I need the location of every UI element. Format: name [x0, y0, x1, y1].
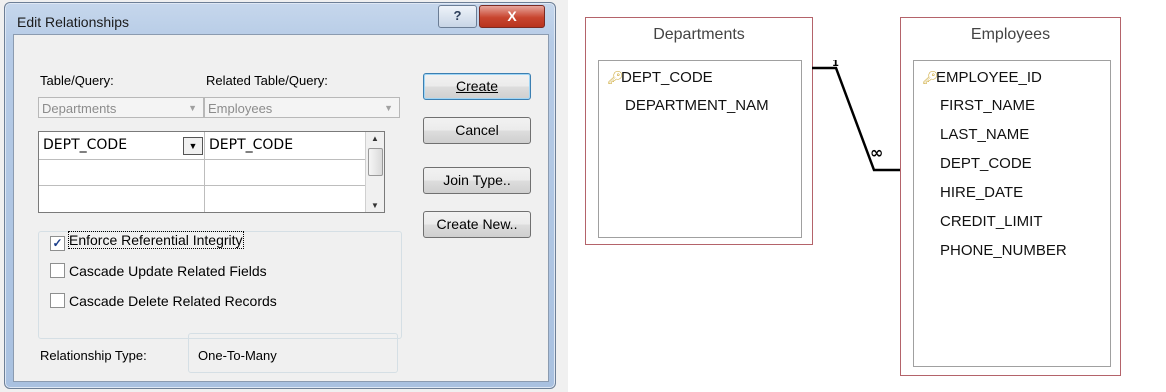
table-query-value: Departments: [42, 101, 117, 116]
relationship-type-value: One-To-Many: [198, 348, 277, 363]
grid-cell-left[interactable]: [39, 186, 204, 212]
cascade-update-option[interactable]: Cascade Update Related Fields: [50, 262, 267, 280]
edit-relationships-dialog: Edit Relationships ? X Table/Query: Rela…: [4, 2, 556, 389]
close-button[interactable]: X: [479, 5, 545, 28]
field-item[interactable]: DEPARTMENT_NAM: [625, 97, 769, 114]
field-item[interactable]: LAST_NAME: [940, 126, 1029, 143]
checkbox-unchecked[interactable]: [50, 263, 65, 278]
related-table-query-value: Employees: [208, 101, 273, 116]
field-item[interactable]: 🔑︎DEPT_CODE: [607, 69, 713, 86]
grid-cell-right[interactable]: [205, 186, 365, 212]
table-title: Employees: [970, 26, 1051, 43]
dialog-client-area: Table/Query: Related Table/Query: Depart…: [13, 34, 549, 382]
one-side-label: 1: [832, 60, 839, 69]
field-item[interactable]: PHONE_NUMBER: [940, 242, 1067, 259]
join-type-button[interactable]: Join Type..: [423, 167, 531, 194]
chevron-down-icon: ▼: [188, 103, 197, 113]
cancel-button[interactable]: Cancel: [423, 117, 531, 144]
create-button[interactable]: Create: [423, 73, 531, 100]
relationships-diagram: Departments 🔑︎DEPT_CODE DEPARTMENT_NAM 1…: [568, 0, 1166, 392]
primary-key-icon: 🔑︎: [922, 70, 939, 85]
relationship-connector[interactable]: [812, 66, 908, 172]
relationship-type-box: One-To-Many: [188, 333, 398, 373]
relationship-line[interactable]: 1 ∞: [812, 60, 908, 180]
help-button[interactable]: ?: [438, 5, 477, 28]
field-item[interactable]: CREDIT_LIMIT: [940, 213, 1043, 230]
related-table-query-label: Related Table/Query:: [206, 73, 328, 88]
field-list: 🔑︎EMPLOYEE_ID FIRST_NAME LAST_NAME DEPT_…: [913, 60, 1111, 367]
field-item[interactable]: DEPT_CODE: [940, 155, 1032, 172]
field-mapping-grid: DEPT_CODE ▼ DEPT_CODE ▲ ▼: [38, 131, 385, 213]
chevron-down-icon: ▼: [384, 103, 393, 113]
close-icon: X: [507, 8, 517, 24]
grid-scrollbar[interactable]: ▲ ▼: [365, 132, 384, 212]
table-title: Departments: [653, 26, 745, 43]
help-icon: ?: [453, 8, 462, 23]
grid-cell-left[interactable]: [39, 159, 204, 185]
grid-cell-right[interactable]: [205, 159, 365, 185]
option-label: Enforce Referential Integrity: [68, 231, 244, 249]
create-new-button[interactable]: Create New..: [423, 211, 531, 238]
scroll-up-icon[interactable]: ▲: [371, 134, 379, 143]
employees-table[interactable]: Employees 🔑︎EMPLOYEE_ID FIRST_NAME LAST_…: [900, 17, 1121, 376]
option-label: Cascade Update Related Fields: [69, 263, 267, 279]
option-label: Cascade Delete Related Records: [69, 293, 277, 309]
cascade-delete-option[interactable]: Cascade Delete Related Records: [50, 292, 277, 310]
field-item[interactable]: FIRST_NAME: [940, 97, 1035, 114]
many-side-label: ∞: [870, 143, 883, 162]
field-item[interactable]: 🔑︎EMPLOYEE_ID: [922, 69, 1042, 86]
dialog-title: Edit Relationships: [17, 14, 130, 30]
checkbox-unchecked[interactable]: [50, 293, 65, 308]
field-dropdown-button[interactable]: ▼: [183, 137, 203, 155]
chevron-down-icon: ▼: [188, 141, 198, 151]
scroll-down-icon[interactable]: ▼: [371, 201, 379, 210]
relationship-type-label: Relationship Type:: [40, 348, 147, 363]
scroll-thumb[interactable]: [368, 148, 383, 176]
enforce-referential-integrity-option[interactable]: ✓ Enforce Referential Integrity: [50, 231, 244, 251]
grid-cell-left[interactable]: DEPT_CODE: [39, 132, 179, 158]
table-query-combo[interactable]: Departments ▼: [38, 97, 204, 118]
field-item[interactable]: HIRE_DATE: [940, 184, 1023, 201]
related-table-query-combo[interactable]: Employees ▼: [204, 97, 400, 118]
primary-key-icon: 🔑︎: [607, 70, 624, 85]
departments-table[interactable]: Departments 🔑︎DEPT_CODE DEPARTMENT_NAM: [585, 17, 813, 245]
table-query-label: Table/Query:: [40, 73, 114, 88]
grid-cell-right[interactable]: DEPT_CODE: [205, 132, 365, 158]
checkbox-checked[interactable]: ✓: [50, 236, 65, 251]
field-list: 🔑︎DEPT_CODE DEPARTMENT_NAM: [598, 60, 802, 238]
